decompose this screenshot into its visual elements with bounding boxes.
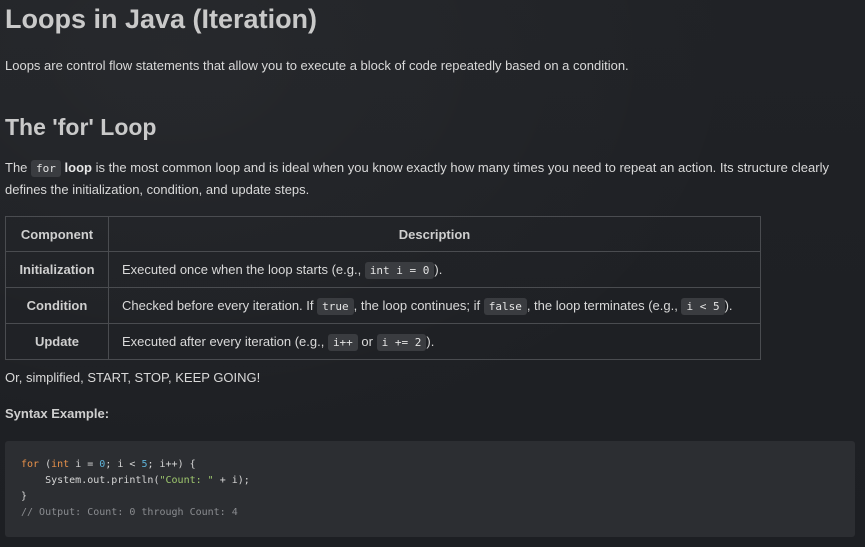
desc-text: Checked before every iteration. If (122, 298, 318, 313)
section-heading: The 'for' Loop (5, 114, 157, 140)
row-name-condition: Condition (5, 287, 109, 324)
for-loop-description: The for loop is the most common loop and… (5, 157, 855, 200)
desc-text: ). (426, 334, 435, 349)
code-text: + i); (213, 475, 250, 486)
table-row: Update Executed after every iteration (e… (5, 323, 761, 360)
inline-code: int i = 0 (364, 262, 435, 279)
inline-code: i < 5 (681, 298, 725, 315)
code-text: } (21, 491, 28, 502)
code-type: int (51, 459, 70, 470)
inline-code: true (317, 298, 354, 315)
code-text: System.out.println( (21, 475, 160, 486)
table-row: Condition Checked before every iteration… (5, 287, 761, 324)
code-keyword: for (21, 459, 40, 470)
desc-text: Executed once when the loop starts (e.g.… (122, 262, 365, 277)
inline-code-for: for (31, 160, 61, 177)
code-block: for (int i = 0; i < 5; i++) { System.out… (5, 441, 855, 537)
code-text: ( (39, 459, 52, 470)
component-table: Component Description Initialization Exe… (5, 216, 761, 360)
desc-text: , the loop continues; if (353, 298, 484, 313)
row-desc-update: Executed after every iteration (e.g., i+… (108, 323, 761, 360)
desc-text: , the loop terminates (e.g., (526, 298, 682, 313)
row-desc-condition: Checked before every iteration. If true,… (108, 287, 761, 324)
header-description: Description (108, 216, 761, 252)
para-start-text: The (5, 160, 32, 175)
bold-loop-text: loop (64, 160, 92, 175)
syntax-example-label: Syntax Example: (5, 406, 110, 421)
inline-code: false (483, 298, 527, 315)
code-comment: // Output: Count: 0 through Count: 4 (21, 507, 238, 518)
simplified-note: Or, simplified, START, STOP, KEEP GOING! (5, 370, 261, 385)
page: Loops in Java (Iteration) Loops are cont… (0, 0, 865, 547)
code-text: ; i++) { (147, 459, 196, 470)
page-title: Loops in Java (Iteration) (5, 4, 318, 34)
row-name-initialization: Initialization (5, 251, 109, 288)
inline-code: i++ (327, 334, 358, 351)
para-rest-text: is the most common loop and is ideal whe… (5, 160, 829, 197)
row-desc-initialization: Executed once when the loop starts (e.g.… (108, 251, 761, 288)
desc-text: ). (434, 262, 443, 277)
header-component: Component (5, 216, 109, 252)
inline-code: i += 2 (376, 334, 427, 351)
code-text: ; i < (105, 459, 142, 470)
row-name-update: Update (5, 323, 109, 360)
table-header-row: Component Description (5, 216, 761, 252)
code-text: i = (69, 459, 100, 470)
intro-paragraph: Loops are control flow statements that a… (5, 58, 629, 73)
table-row: Initialization Executed once when the lo… (5, 251, 761, 288)
desc-text: Executed after every iteration (e.g., (122, 334, 328, 349)
desc-text: ). (724, 298, 733, 313)
code-string: "Count: " (159, 475, 214, 486)
desc-text: or (357, 334, 377, 349)
